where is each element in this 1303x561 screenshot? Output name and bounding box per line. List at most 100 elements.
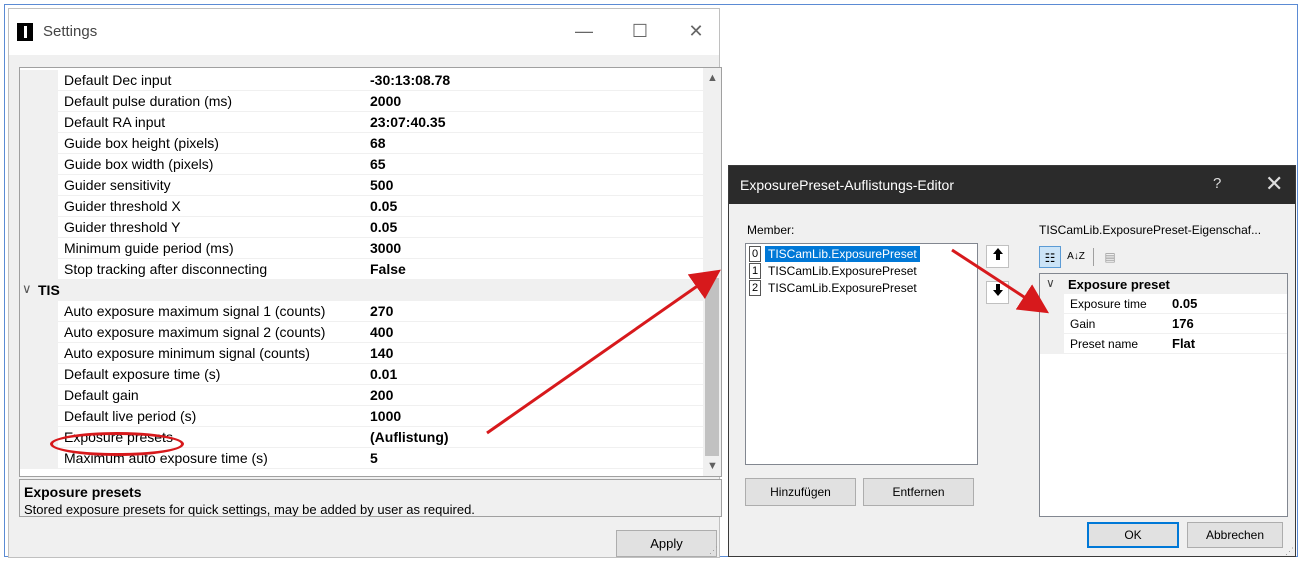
member-label: Member: (747, 223, 795, 237)
member-index: 1 (749, 263, 761, 279)
property-value[interactable]: 0.05 (370, 219, 397, 235)
settings-titlebar: Settings — ☐ ✕ (9, 9, 719, 55)
property-row[interactable]: Auto exposure maximum signal 2 (counts) 4… (20, 322, 703, 343)
property-value[interactable]: 0.05 (370, 198, 397, 214)
property-row[interactable]: Guide box height (pixels) 68 (20, 133, 703, 154)
member-list[interactable]: 0 TISCamLib.ExposurePreset 1 TISCamLib.E… (745, 243, 978, 465)
property-value[interactable]: (Auflistung) (370, 429, 449, 445)
property-grid: Default Dec input -30:13:08.78 Default pu… (19, 67, 722, 477)
property-value[interactable]: 200 (370, 387, 393, 403)
property-pages-icon[interactable]: ▤ (1099, 246, 1121, 268)
property-row[interactable]: Default gain 200 (20, 385, 703, 406)
scroll-up-icon[interactable]: ▲ (707, 72, 718, 84)
arrow-down-icon (992, 284, 1003, 296)
property-name: Exposure time (1070, 297, 1147, 311)
property-row[interactable]: Preset name Flat (1040, 334, 1287, 354)
property-value[interactable]: 2000 (370, 93, 401, 109)
arrow-up-icon (992, 248, 1003, 260)
cancel-button[interactable]: Abbrechen (1187, 522, 1283, 548)
member-label-text: TISCamLib.ExposurePreset (768, 281, 917, 295)
app-icon (17, 23, 33, 41)
category-label: Exposure preset (1068, 277, 1170, 292)
property-value[interactable]: 270 (370, 303, 393, 319)
property-name: Stop tracking after disconnecting (64, 261, 268, 277)
property-value[interactable]: 0.01 (370, 366, 397, 382)
properties-label: TISCamLib.ExposurePreset-Eigenschaf... (1039, 223, 1262, 237)
property-name: Auto exposure minimum signal (counts) (64, 345, 310, 361)
property-row[interactable]: Exposure time 0.05 (1040, 294, 1287, 314)
category-tis[interactable]: ∨ TIS (20, 280, 703, 301)
property-name: Default RA input (64, 114, 166, 130)
list-item[interactable]: 2 TISCamLib.ExposurePreset (748, 280, 974, 296)
maximize-button[interactable]: ☐ (625, 19, 655, 43)
property-value[interactable]: 5 (370, 450, 378, 466)
property-row[interactable]: Default live period (s) 1000 (20, 406, 703, 427)
property-row[interactable]: Default pulse duration (ms) 2000 (20, 91, 703, 112)
resize-grip-icon[interactable]: ⋰ (709, 545, 718, 556)
remove-member-button[interactable]: Entfernen (863, 478, 974, 506)
description-pane: Exposure presets Stored exposure presets… (19, 479, 722, 517)
member-index: 2 (749, 280, 761, 296)
property-value[interactable]: 68 (370, 135, 386, 151)
property-row[interactable]: Guider threshold Y 0.05 (20, 217, 703, 238)
property-row[interactable]: Guider threshold X 0.05 (20, 196, 703, 217)
property-value[interactable]: 400 (370, 324, 393, 340)
property-value[interactable]: 0.05 (1172, 296, 1197, 311)
property-row[interactable]: Default exposure time (s) 0.01 (20, 364, 703, 385)
property-value[interactable]: 1000 (370, 408, 401, 424)
editor-title: ExposurePreset-Auflistungs-Editor (740, 177, 954, 193)
property-value[interactable]: Flat (1172, 336, 1195, 351)
resize-grip-icon[interactable]: ⋰ (1285, 546, 1294, 557)
property-row[interactable]: Auto exposure maximum signal 1 (counts) 2… (20, 301, 703, 322)
category-label: TIS (38, 282, 60, 298)
help-button[interactable]: ? (1213, 175, 1221, 192)
property-value[interactable]: 65 (370, 156, 386, 172)
annotation-ellipse (50, 432, 184, 456)
property-value[interactable]: 140 (370, 345, 393, 361)
editor-titlebar: ExposurePreset-Auflistungs-Editor ? ✕ (729, 166, 1295, 204)
property-name: Guide box height (pixels) (64, 135, 219, 151)
vertical-scrollbar[interactable]: ▲ ▼ (703, 68, 721, 476)
move-up-button[interactable] (986, 245, 1009, 268)
property-toolbar: ☷ A↓Z ▤ (1039, 246, 1279, 270)
property-row[interactable]: Default RA input 23:07:40.35 (20, 112, 703, 133)
close-button[interactable]: ✕ (681, 19, 711, 43)
chevron-down-icon[interactable]: ∨ (1046, 276, 1055, 290)
property-name: Default Dec input (64, 72, 172, 88)
add-member-button[interactable]: Hinzufügen (745, 478, 856, 506)
property-name: Guider threshold X (64, 198, 181, 214)
property-row[interactable]: Guide box width (pixels) 65 (20, 154, 703, 175)
description-title: Exposure presets (24, 484, 142, 500)
sort-alpha-icon[interactable]: A↓Z (1065, 246, 1087, 268)
property-name: Guider threshold Y (64, 219, 181, 235)
property-row[interactable]: Gain 176 (1040, 314, 1287, 334)
editor-close-button[interactable]: ✕ (1265, 171, 1283, 197)
property-row[interactable]: Guider sensitivity 500 (20, 175, 703, 196)
property-value[interactable]: 23:07:40.35 (370, 114, 446, 130)
property-row[interactable]: Minimum guide period (ms) 3000 (20, 238, 703, 259)
property-value[interactable]: 500 (370, 177, 393, 193)
apply-button[interactable]: Apply (616, 530, 717, 557)
move-down-button[interactable] (986, 281, 1009, 304)
window-title: Settings (43, 23, 98, 40)
list-item[interactable]: 0 TISCamLib.ExposurePreset (748, 245, 974, 263)
scroll-thumb[interactable] (705, 278, 719, 456)
member-label-text: TISCamLib.ExposurePreset (764, 245, 921, 263)
property-name: Auto exposure maximum signal 2 (counts) (64, 324, 326, 340)
list-item[interactable]: 1 TISCamLib.ExposurePreset (748, 263, 974, 279)
minimize-button[interactable]: — (569, 19, 599, 43)
property-row[interactable]: Default Dec input -30:13:08.78 (20, 70, 703, 91)
categorized-icon[interactable]: ☷ (1039, 246, 1061, 268)
property-value[interactable]: 3000 (370, 240, 401, 256)
scroll-down-icon[interactable]: ▼ (707, 460, 718, 472)
property-value[interactable]: False (370, 261, 406, 277)
property-value[interactable]: 176 (1172, 316, 1194, 331)
description-text: Stored exposure presets for quick settin… (24, 502, 475, 517)
chevron-down-icon[interactable]: ∨ (22, 281, 32, 297)
ok-button[interactable]: OK (1087, 522, 1179, 548)
property-row[interactable]: Auto exposure minimum signal (counts) 140 (20, 343, 703, 364)
property-name: Gain (1070, 317, 1096, 331)
property-value[interactable]: -30:13:08.78 (370, 72, 450, 88)
category-exposure-preset[interactable]: ∨ Exposure preset (1040, 274, 1287, 294)
property-row[interactable]: Stop tracking after disconnecting False (20, 259, 703, 280)
